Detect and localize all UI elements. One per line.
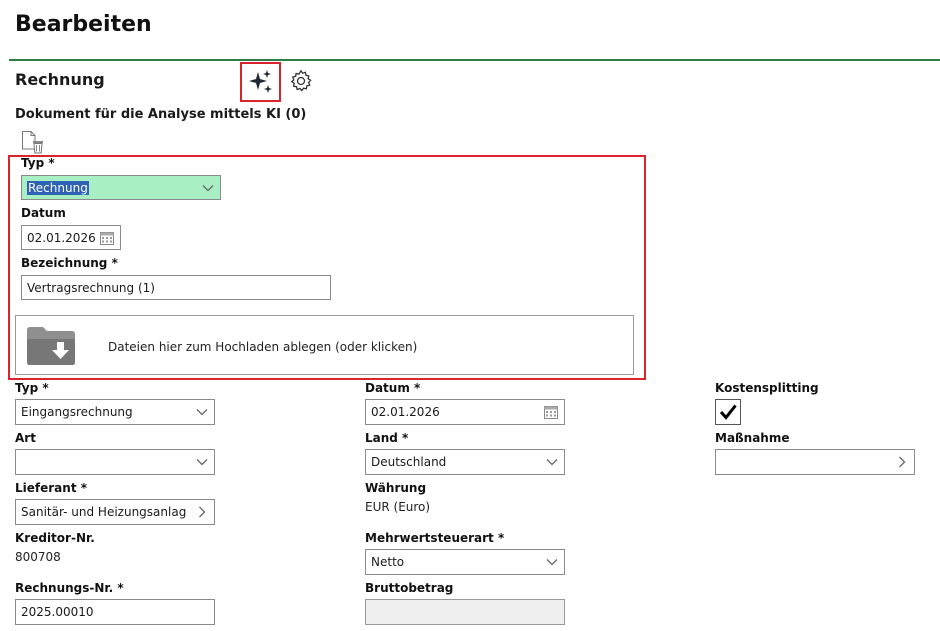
doc-date-field[interactable]: 02.01.2026 — [21, 225, 121, 250]
lieferant-picker[interactable]: Sanitär- und Heizungsanlag — [15, 499, 215, 525]
checkmark-icon — [719, 404, 737, 420]
doc-type-label: Typ * — [21, 156, 55, 170]
lieferant-label: Lieferant * — [15, 481, 88, 495]
typ-value: Eingangsrechnung — [21, 405, 133, 419]
chevron-right-icon — [899, 456, 906, 468]
mwst-select[interactable]: Netto — [365, 549, 565, 575]
land-value: Deutschland — [371, 455, 447, 469]
doc-date-label: Datum — [21, 206, 66, 220]
folder-download-icon — [27, 327, 75, 365]
doc-type-value: Rechnung — [27, 180, 89, 195]
chevron-down-icon — [546, 559, 558, 566]
doc-date-value: 02.01.2026 — [27, 230, 95, 245]
brutto-input — [365, 599, 565, 625]
waehrung-label: Währung — [365, 481, 427, 495]
kreditor-value: 800708 — [15, 550, 61, 564]
datum-label: Datum * — [365, 381, 421, 395]
section-title: Rechnung — [15, 70, 105, 89]
file-delete-icon — [22, 131, 43, 154]
typ-label: Typ * — [15, 381, 49, 395]
typ-select[interactable]: Eingangsrechnung — [15, 399, 215, 425]
kosten-label: Kostensplitting — [715, 381, 819, 395]
datum-field[interactable]: 02.01.2026 — [365, 399, 565, 425]
doc-name-value: Vertragsrechnung (1) — [27, 280, 155, 295]
file-upload-dropzone[interactable]: Dateien hier zum Hochladen ablegen (oder… — [15, 315, 634, 375]
sparkle-icon — [248, 70, 272, 93]
datum-value: 02.01.2026 — [371, 405, 440, 419]
chevron-right-icon — [199, 506, 206, 518]
chevron-down-icon — [546, 459, 558, 466]
upload-hint: Dateien hier zum Hochladen ablegen (oder… — [108, 340, 418, 354]
lieferant-value: Sanitär- und Heizungsanlag — [21, 505, 187, 519]
chevron-down-icon — [196, 459, 208, 466]
kostensplitting-checkbox[interactable] — [715, 399, 741, 425]
brutto-label: Bruttobetrag — [365, 581, 454, 595]
document-analysis-heading: Dokument für die Analyse mittels KI (0) — [15, 107, 307, 122]
rechnungsnr-value: 2025.00010 — [21, 605, 94, 619]
mwst-value: Netto — [371, 555, 405, 569]
land-label: Land * — [365, 431, 409, 445]
ai-analyze-button[interactable] — [240, 62, 281, 102]
doc-name-label: Bezeichnung * — [21, 256, 118, 270]
page-title: Bearbeiten — [15, 12, 152, 37]
calendar-icon[interactable] — [543, 404, 559, 420]
rechnungsnr-label: Rechnungs-Nr. * — [15, 581, 124, 595]
massnahme-label: Maßnahme — [715, 431, 790, 445]
chevron-down-icon — [202, 184, 214, 191]
mwst-label: Mehrwertsteuerart * — [365, 531, 505, 545]
massnahme-picker[interactable] — [715, 449, 915, 475]
art-select[interactable] — [15, 449, 215, 475]
waehrung-value: EUR (Euro) — [365, 500, 431, 514]
document-delete-button[interactable] — [21, 130, 47, 154]
title-divider — [9, 59, 940, 61]
chevron-down-icon — [196, 409, 208, 416]
rechnungsnr-input[interactable]: 2025.00010 — [15, 599, 215, 625]
calendar-icon[interactable] — [99, 230, 115, 246]
land-select[interactable]: Deutschland — [365, 449, 565, 475]
kreditor-label: Kreditor-Nr. — [15, 531, 95, 545]
doc-name-input[interactable]: Vertragsrechnung (1) — [21, 275, 331, 300]
settings-button[interactable] — [288, 68, 314, 94]
gear-icon — [290, 69, 312, 92]
art-label: Art — [15, 431, 36, 445]
doc-type-select[interactable]: Rechnung — [21, 175, 221, 200]
